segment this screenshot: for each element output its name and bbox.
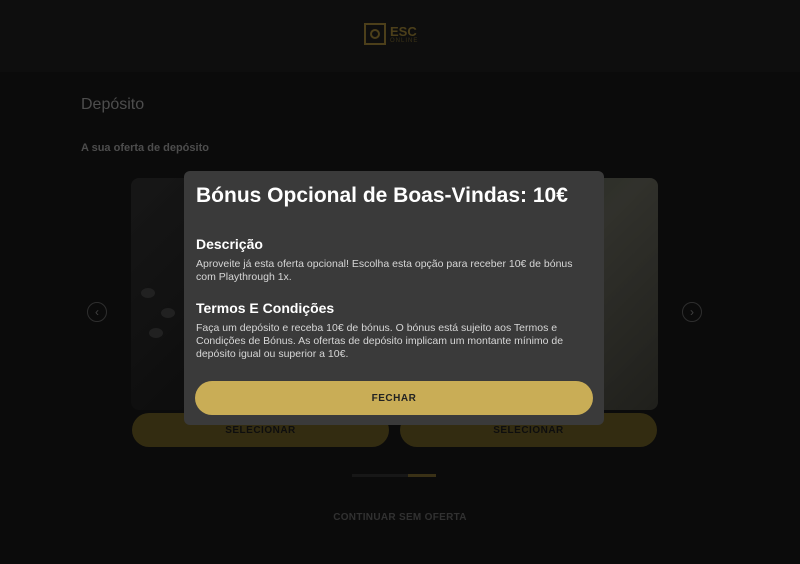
bonus-modal: Bónus Opcional de Boas-Vindas: 10€ Descr… [184,171,604,425]
close-button[interactable]: FECHAR [195,381,593,415]
terms-heading: Termos E Condições [196,300,335,316]
description-text: Aproveite já esta oferta opcional! Escol… [196,258,573,283]
modal-title: Bónus Opcional de Boas-Vindas: 10€ [196,184,568,207]
terms-text: Faça um depósito e receba 10€ de bónus. … [196,322,564,360]
description-heading: Descrição [196,236,263,252]
